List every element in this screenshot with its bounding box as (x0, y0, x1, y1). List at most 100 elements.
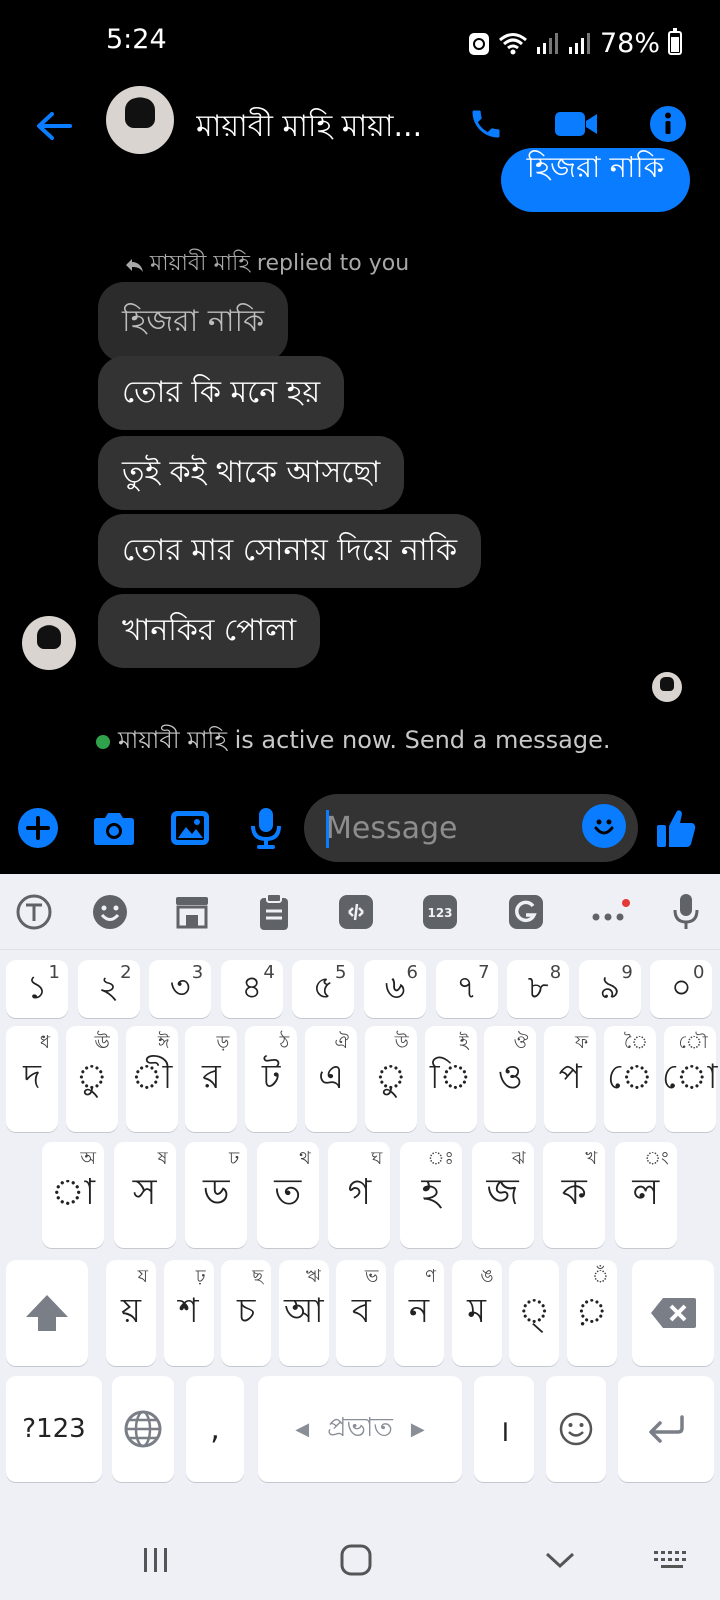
backspace-icon (651, 1298, 696, 1328)
received-message[interactable]: তুই কই থাকে আসছো (98, 436, 405, 510)
key[interactable]: চছ (221, 1260, 272, 1366)
keyboard-switch-button[interactable] (650, 1540, 694, 1580)
key[interactable]: ়ঁ (566, 1260, 617, 1366)
key[interactable]: বভ (336, 1260, 387, 1366)
key[interactable]: গঘ (328, 1142, 391, 1248)
key-hint: ভ (364, 1266, 379, 1287)
key-hint: ঐ (334, 1032, 349, 1053)
key-hint: খ (585, 1148, 598, 1169)
key[interactable]: ০0 (650, 960, 713, 1018)
like-button[interactable] (650, 802, 702, 854)
language-key[interactable] (112, 1376, 174, 1482)
active-dot (96, 735, 110, 749)
received-message[interactable]: খানকির পোলা (98, 594, 321, 668)
key[interactable]: ু উ (364, 1026, 417, 1132)
key[interactable]: নণ (394, 1260, 444, 1366)
key[interactable]: ৩3 (149, 960, 212, 1018)
key[interactable]: ১1 (6, 960, 68, 1018)
emoji-key[interactable] (546, 1376, 606, 1482)
key[interactable]: ৪4 (220, 960, 283, 1018)
key[interactable]: হঃ (400, 1142, 462, 1248)
key[interactable]: য় য (106, 1260, 156, 1366)
key[interactable]: তথ (256, 1142, 319, 1248)
store-button[interactable] (170, 890, 214, 934)
more-actions-button[interactable] (12, 802, 64, 854)
danda-key[interactable]: । (474, 1376, 534, 1482)
key[interactable]: ৮8 (507, 960, 570, 1018)
avatar[interactable] (106, 86, 174, 154)
key[interactable]: এঐ (305, 1026, 357, 1132)
key[interactable]: পফ (544, 1026, 597, 1132)
alarm-icon (468, 33, 489, 55)
clipboard-button[interactable] (252, 890, 296, 934)
key[interactable]: ডঢ (185, 1142, 248, 1248)
video-call-button[interactable] (550, 98, 602, 150)
hide-keyboard-button[interactable] (538, 1540, 582, 1580)
numpad-button[interactable]: 123 (418, 890, 462, 934)
key[interactable]: লং (614, 1142, 677, 1248)
key[interactable]: মঙ (451, 1260, 502, 1366)
symbols-key[interactable]: ?123 (6, 1376, 102, 1482)
key[interactable]: দধ (6, 1026, 58, 1132)
key[interactable]: জঝ (471, 1142, 534, 1248)
audio-call-button[interactable] (460, 98, 512, 150)
key-hint: ছ (252, 1266, 264, 1287)
key[interactable]: টঠ (245, 1026, 298, 1132)
key[interactable]: ্ (509, 1260, 560, 1366)
text-style-button[interactable] (12, 890, 56, 934)
space-bar-label: প্রভাত (327, 1413, 393, 1443)
key[interactable]: শ ঢ় (163, 1260, 214, 1366)
comma-key[interactable]: , (186, 1376, 244, 1482)
voice-input-button[interactable] (664, 890, 708, 934)
key[interactable]: কখ (543, 1142, 606, 1248)
key[interactable]: সষ (113, 1142, 176, 1248)
contact-name[interactable]: মায়াবী মাহি মায়া... (196, 102, 446, 153)
signal-icon (536, 33, 558, 54)
info-button[interactable] (642, 98, 694, 150)
recent-apps-button[interactable] (134, 1540, 178, 1580)
key-hint: ৌ (678, 1032, 708, 1053)
enter-icon (649, 1415, 684, 1443)
key[interactable]: ু ঊ (65, 1026, 118, 1132)
space-bar[interactable]: ◀ প্রভাত ▶ (258, 1376, 462, 1482)
key[interactable]: োৌ (662, 1026, 718, 1132)
emoji-icon (559, 1412, 593, 1446)
recent-apps-icon (144, 1548, 167, 1572)
key[interactable]: ২2 (77, 960, 140, 1018)
key[interactable]: ৭7 (435, 960, 498, 1018)
quoted-message[interactable]: হিজরা নাকি (98, 282, 289, 362)
key-label: ম (467, 1290, 487, 1331)
key[interactable]: ৯9 (578, 960, 641, 1018)
key-hint: 1 (48, 962, 60, 983)
key[interactable]: ি ই (424, 1026, 477, 1132)
key[interactable]: ওঔ (484, 1026, 537, 1132)
key-hint: ঝ (511, 1148, 526, 1169)
voice-button[interactable] (240, 802, 292, 854)
key-hint: 2 (120, 962, 132, 983)
back-button[interactable] (30, 102, 78, 150)
backspace-key[interactable] (632, 1260, 714, 1366)
key[interactable]: ৫5 (292, 960, 355, 1018)
sender-avatar[interactable] (22, 616, 76, 670)
home-button[interactable] (334, 1540, 378, 1580)
received-message[interactable]: তোর মার সোনায় দিয়ে নাকি (98, 514, 482, 588)
text-edit-button[interactable] (334, 890, 378, 934)
grammar-button[interactable] (504, 890, 548, 934)
emoji-panel-button[interactable] (88, 890, 132, 934)
key-label: য় (120, 1290, 142, 1331)
key[interactable]: র ড় (185, 1026, 238, 1132)
key[interactable]: েৈ (604, 1026, 656, 1132)
key[interactable]: ৬6 (364, 960, 426, 1018)
shift-key[interactable] (6, 1260, 88, 1366)
more-options-button[interactable] (588, 890, 632, 934)
key[interactable]: ী ঈ (125, 1026, 178, 1132)
sent-message[interactable]: হিজরা নাকি (500, 148, 690, 212)
info-icon (650, 106, 686, 142)
camera-button[interactable] (88, 802, 140, 854)
key[interactable]: আঋ (278, 1260, 329, 1366)
enter-key[interactable] (618, 1376, 714, 1482)
emoji-button[interactable] (582, 804, 626, 848)
gallery-button[interactable] (164, 802, 216, 854)
key[interactable]: া অ (42, 1142, 104, 1248)
received-message[interactable]: তোর কি মনে হয় (98, 356, 345, 430)
